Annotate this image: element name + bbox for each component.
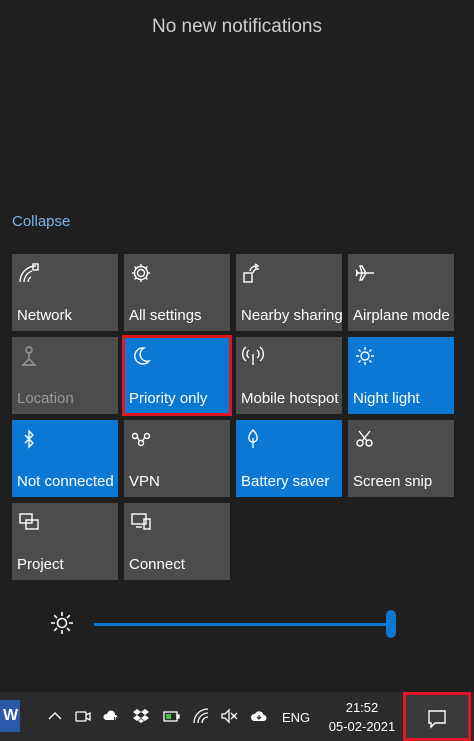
tile-connect[interactable]: Connect <box>124 503 230 580</box>
no-notifications-text: No new notifications <box>151 16 323 37</box>
project-icon <box>18 511 40 533</box>
word-app-icon[interactable]: W <box>0 700 20 732</box>
battery-saver-icon <box>242 428 264 450</box>
tile-all-settings[interactable]: All settings <box>124 254 230 331</box>
bluetooth-icon <box>18 428 40 450</box>
tile-label: Connect <box>129 556 185 573</box>
tile-label: Battery saver <box>241 473 330 490</box>
vpn-icon <box>130 428 152 450</box>
onedrive-paused-icon[interactable] <box>102 707 120 725</box>
tile-mobile-hotspot[interactable]: Mobile hotspot <box>236 337 342 414</box>
tile-label: Not connected <box>17 473 114 490</box>
tile-screen-snip[interactable]: Screen snip <box>348 420 454 497</box>
tile-network[interactable]: Network <box>12 254 118 331</box>
camera-icon[interactable] <box>74 707 92 725</box>
airplane-icon <box>354 262 376 284</box>
tile-label: Screen snip <box>353 473 433 490</box>
tile-nearby-sharing[interactable]: Nearby sharing <box>236 254 343 331</box>
brightness-slider[interactable] <box>94 623 392 626</box>
tile-label: Night light <box>353 390 420 407</box>
clock-date: 05-02-2021 <box>328 719 396 734</box>
wifi-icon[interactable] <box>192 707 210 725</box>
clock[interactable]: 21:52 05-02-2021 <box>320 698 404 736</box>
location-icon <box>18 345 40 367</box>
tile-label: Priority only <box>129 390 208 407</box>
hotspot-icon <box>242 345 264 367</box>
network-icon <box>18 262 40 284</box>
taskbar: W ENG 21:52 05-02-2021 <box>0 692 474 741</box>
brightness-icon <box>50 611 74 635</box>
language-indicator[interactable]: ENG <box>282 710 310 725</box>
collapse-link[interactable]: Collapse <box>12 213 70 230</box>
tile-label: All settings <box>129 307 202 324</box>
tile-vpn[interactable]: VPN <box>124 420 230 497</box>
tile-label: Airplane mode <box>353 307 450 324</box>
tile-night-light[interactable]: Night light <box>348 337 454 414</box>
tile-label: VPN <box>129 473 160 490</box>
connect-icon <box>130 511 152 533</box>
dropbox-icon[interactable] <box>132 707 150 725</box>
nearby-sharing-icon <box>242 262 264 284</box>
tile-project[interactable]: Project <box>12 503 118 580</box>
moon-icon <box>130 345 152 367</box>
brightness-slider-thumb[interactable] <box>386 610 396 638</box>
tile-label: Network <box>17 307 73 324</box>
tile-label: Location <box>17 390 74 407</box>
tile-battery-saver[interactable]: Battery saver <box>236 420 342 497</box>
tile-airplane-mode[interactable]: Airplane mode <box>348 254 454 331</box>
quick-actions-grid: Network All settings Nearby sharing Airp… <box>12 254 454 580</box>
tile-label: Mobile hotspot <box>241 390 339 407</box>
chevron-up-icon[interactable] <box>46 707 64 725</box>
tile-label: Nearby sharing <box>241 307 343 324</box>
battery-icon[interactable] <box>162 707 180 725</box>
volume-muted-icon[interactable] <box>220 707 238 725</box>
brightness-control <box>0 605 474 645</box>
tile-label: Project <box>17 556 64 573</box>
screen-snip-icon <box>354 428 376 450</box>
night-light-icon <box>354 345 376 367</box>
tile-location[interactable]: Location <box>12 337 118 414</box>
action-center-button[interactable] <box>403 692 471 741</box>
tile-priority-only[interactable]: Priority only <box>122 335 232 416</box>
tile-bluetooth[interactable]: Not connected <box>12 420 118 497</box>
notification-icon <box>428 710 446 729</box>
cloud-sync-icon[interactable] <box>250 707 268 725</box>
gear-icon <box>130 262 152 284</box>
clock-time: 21:52 <box>345 700 379 715</box>
